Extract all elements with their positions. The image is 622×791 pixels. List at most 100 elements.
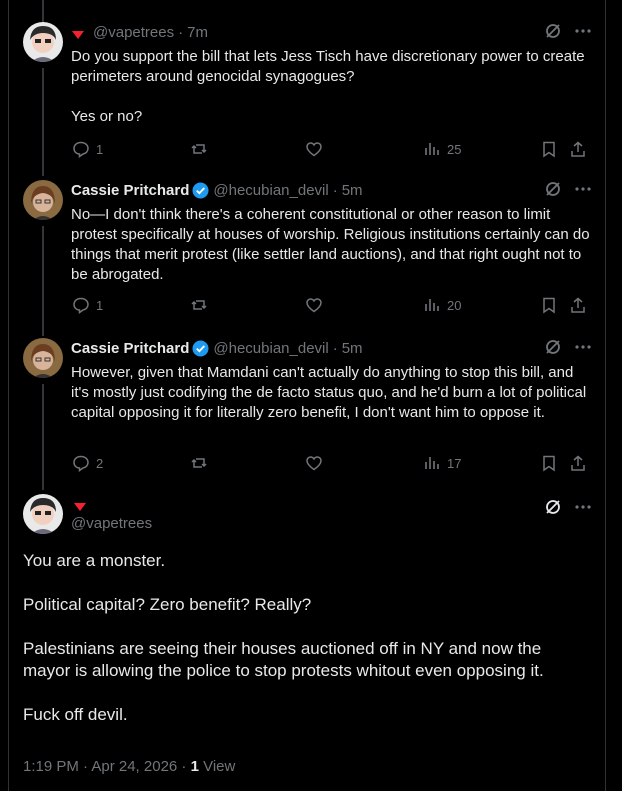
repost-icon (191, 144, 207, 154)
bookmark-button[interactable] (540, 140, 558, 158)
repost-icon (191, 300, 207, 310)
reply-icon (73, 297, 89, 314)
verified-badge-icon (192, 182, 209, 199)
author-handle[interactable]: @vapetrees (71, 515, 152, 532)
bookmark-icon (543, 297, 555, 314)
tweet-paragraph: Do you support the bill that lets Jess T… (71, 48, 585, 85)
share-icon (571, 297, 585, 313)
reply-icon (73, 455, 89, 472)
post-paragraph: Political capital? Zero benefit? Really? (23, 595, 312, 614)
repost-icon (191, 458, 207, 468)
views-count: 25 (447, 141, 462, 157)
repost-button[interactable] (190, 454, 208, 472)
tweet-text: No—I don't think there's a coherent cons… (71, 205, 592, 285)
verified-badge-icon (192, 340, 209, 357)
reply-count: 1 (96, 297, 104, 313)
tweet-header: @vapetrees · 7m (71, 22, 592, 42)
separator-dot: · (332, 181, 338, 199)
repost-button[interactable] (190, 296, 208, 314)
views-label: View (198, 758, 236, 775)
reply-tweet[interactable]: Cassie Pritchard @hecubian_devil · 5m No… (0, 180, 622, 330)
reply-button[interactable]: 1 (72, 296, 103, 314)
red-triangle-badge-icon (71, 27, 85, 39)
separator-dot: · (332, 339, 338, 357)
tweet-top-actions (544, 22, 592, 45)
post-meta: 1:19 PM · Apr 24, 2026 · 1 View (23, 758, 235, 775)
author-name[interactable]: Cassie Pritchard (71, 340, 189, 357)
share-button[interactable] (569, 140, 587, 158)
more-options-icon[interactable] (574, 180, 592, 203)
tweet-header: Cassie Pritchard @hecubian_devil · 5m (71, 180, 592, 200)
views-icon (425, 457, 439, 469)
repost-button[interactable] (190, 140, 208, 158)
like-button[interactable] (305, 140, 323, 158)
views-count: 20 (447, 297, 462, 313)
grok-icon[interactable] (544, 180, 562, 203)
post-paragraph: Fuck off devil. (23, 705, 128, 724)
author-handle[interactable]: @hecubian_devil (213, 182, 328, 199)
tweet-actions: 1 25 (0, 139, 622, 159)
tweet-paragraph: Yes or no? (71, 108, 143, 125)
bookmark-icon (543, 141, 555, 158)
avatar[interactable] (23, 22, 63, 62)
tweet-text: However, given that Mamdani can't actual… (71, 363, 592, 423)
reply-button[interactable]: 2 (72, 454, 103, 472)
separator-dot: · (178, 23, 184, 41)
share-icon (571, 455, 585, 471)
heart-icon (306, 142, 322, 157)
tweet-actions: 1 20 (0, 295, 622, 315)
views-icon (425, 143, 439, 155)
grok-icon[interactable] (544, 498, 562, 521)
grok-icon[interactable] (544, 338, 562, 361)
reply-count: 2 (96, 455, 104, 471)
tweet-top-actions (544, 338, 592, 361)
bookmark-icon (543, 455, 555, 472)
thread-line (42, 0, 44, 22)
views-count: 17 (447, 455, 462, 471)
avatar[interactable] (23, 494, 63, 534)
tweet-actions: 2 17 (0, 453, 622, 473)
tweet-paragraph: However, given that Mamdani can't actual… (71, 364, 587, 421)
post-time[interactable]: 5m (342, 182, 363, 199)
main-post: @vapetrees You are a monster. Political … (0, 494, 622, 791)
tweet-header: Cassie Pritchard @hecubian_devil · 5m (71, 338, 592, 358)
reply-tweet[interactable]: Cassie Pritchard @hecubian_devil · 5m Ho… (0, 338, 622, 486)
post-timestamp[interactable]: 1:19 PM · Apr 24, 2026 · (23, 758, 191, 775)
avatar[interactable] (23, 180, 63, 220)
views-button[interactable]: 20 (423, 296, 461, 314)
avatar[interactable] (23, 338, 63, 378)
grok-icon[interactable] (544, 22, 562, 45)
heart-icon (306, 456, 322, 471)
views-button[interactable]: 25 (423, 140, 461, 158)
post-top-actions (544, 498, 592, 521)
author-handle[interactable]: @vapetrees (93, 24, 174, 41)
red-triangle-badge-icon (73, 499, 87, 511)
reply-count: 1 (96, 141, 104, 157)
tweet-top-actions (544, 180, 592, 203)
author-handle[interactable]: @hecubian_devil (213, 340, 328, 357)
share-icon (571, 141, 585, 157)
post-paragraph: Palestinians are seeing their houses auc… (23, 639, 544, 680)
post-time[interactable]: 7m (187, 24, 208, 41)
share-button[interactable] (569, 454, 587, 472)
views-button[interactable]: 17 (423, 454, 461, 472)
post-time[interactable]: 5m (342, 340, 363, 357)
tweet-paragraph: No—I don't think there's a coherent cons… (71, 206, 590, 283)
like-button[interactable] (305, 454, 323, 472)
more-options-icon[interactable] (574, 498, 592, 521)
more-options-icon[interactable] (574, 22, 592, 45)
post-text: You are a monster. Political capital? Ze… (23, 550, 592, 726)
post-paragraph: You are a monster. (23, 551, 166, 570)
reply-icon (73, 141, 89, 158)
author-name[interactable]: Cassie Pritchard (71, 182, 189, 199)
reply-tweet[interactable]: @vapetrees · 7m Do you support the bill … (0, 22, 622, 170)
views-icon (425, 299, 439, 311)
bookmark-button[interactable] (540, 454, 558, 472)
bookmark-button[interactable] (540, 296, 558, 314)
share-button[interactable] (569, 296, 587, 314)
views-count: 1 (190, 758, 199, 775)
like-button[interactable] (305, 296, 323, 314)
reply-button[interactable]: 1 (72, 140, 103, 158)
more-options-icon[interactable] (574, 338, 592, 361)
heart-icon (306, 298, 322, 313)
